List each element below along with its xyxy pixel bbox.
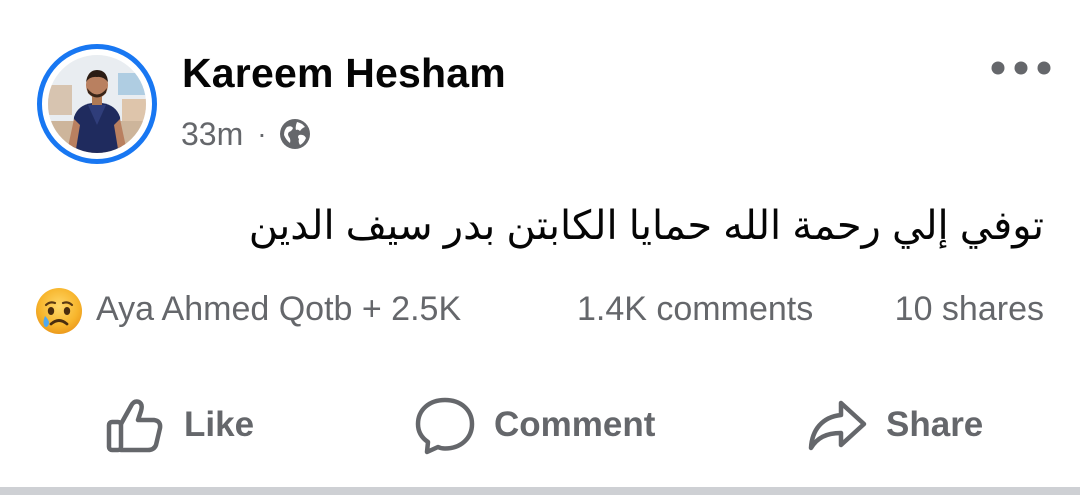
more-options-button[interactable] — [986, 50, 1056, 86]
comment-button[interactable]: Comment — [414, 386, 655, 464]
more-options-icon — [991, 61, 1051, 75]
globe-icon[interactable] — [278, 117, 312, 151]
avatar[interactable] — [48, 55, 146, 153]
profile-photo — [48, 55, 146, 153]
shares-count[interactable]: 10 shares — [895, 290, 1044, 329]
thumbs-up-icon — [106, 399, 163, 453]
comment-label: Comment — [494, 405, 656, 444]
post-text: توفي إلي رحمة الله حمايا الكابتن بدر سيف… — [248, 204, 1044, 248]
like-label: Like — [184, 405, 255, 444]
like-button[interactable]: Like — [104, 386, 254, 464]
comment-bubble-icon — [415, 397, 475, 455]
sad-emoji-icon[interactable] — [34, 286, 84, 336]
share-button[interactable]: Share — [806, 386, 983, 464]
feed-divider — [0, 487, 1080, 495]
reactions-summary[interactable]: Aya Ahmed Qotb + 2.5K — [96, 290, 461, 329]
comments-count[interactable]: 1.4K comments — [577, 290, 813, 329]
story-ring[interactable] — [37, 44, 157, 164]
author-name[interactable]: Kareem Hesham — [182, 50, 506, 97]
meta-separator: · — [257, 118, 267, 149]
post-card: Kareem Hesham 33m · توفي إلي رحمة الله ح… — [0, 0, 1080, 487]
post-stats: Aya Ahmed Qotb + 2.5K 1.4K comments 10 s… — [34, 284, 1046, 338]
post-timestamp[interactable]: 33m — [181, 116, 243, 153]
share-label: Share — [886, 405, 984, 444]
post-meta: 33m · — [181, 114, 312, 154]
share-arrow-icon — [808, 400, 867, 451]
action-bar: Like Comment Share — [0, 386, 1080, 464]
